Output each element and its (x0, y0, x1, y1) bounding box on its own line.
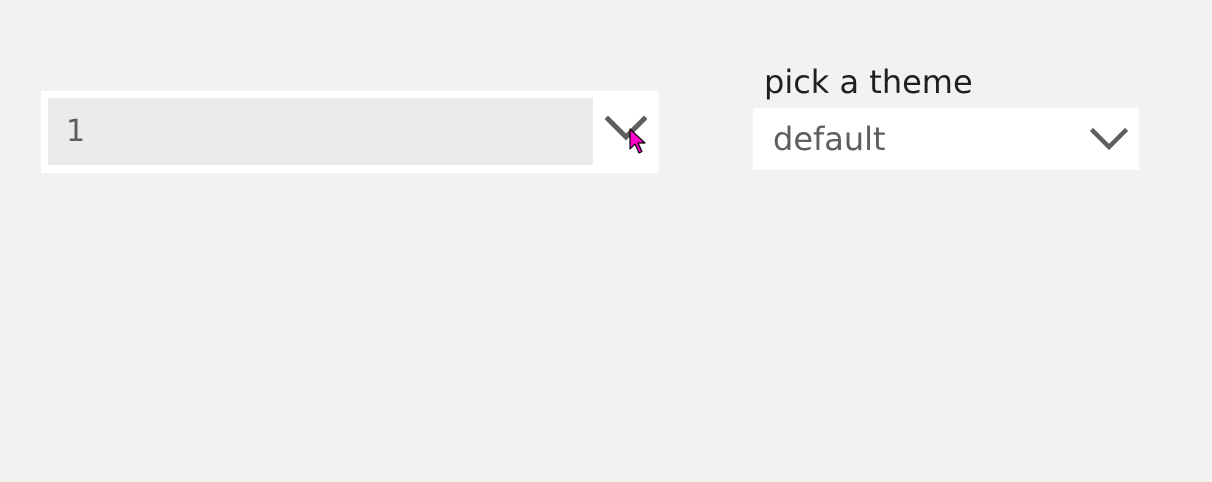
dropdown-edge (1139, 108, 1142, 170)
value-dropdown[interactable]: 1 (41, 91, 659, 173)
theme-dropdown[interactable]: default (753, 108, 1142, 170)
chevron-down-icon[interactable] (605, 115, 647, 143)
page: { "left_dropdown": { "value": "1", "icon… (0, 0, 1212, 482)
theme-picker-label: pick a theme (764, 63, 973, 101)
theme-dropdown-selected-value[interactable]: default (773, 108, 886, 170)
chevron-down-icon[interactable] (1090, 127, 1128, 151)
value-dropdown-selected-value[interactable]: 1 (48, 98, 593, 165)
